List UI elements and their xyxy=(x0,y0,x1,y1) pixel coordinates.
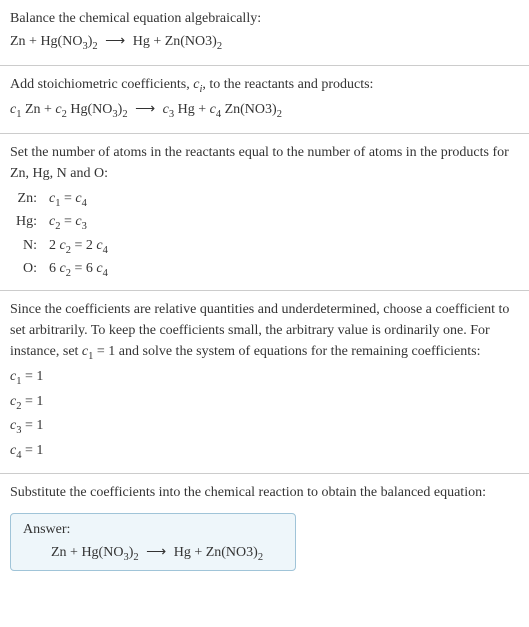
reaction-arrow: ⟶ xyxy=(105,31,125,52)
table-row: Zn: c1 = c4 xyxy=(10,188,114,212)
substitute-instruction: Substitute the coefficients into the che… xyxy=(10,482,519,503)
reaction-arrow: ⟶ xyxy=(135,99,155,120)
table-row: N: 2 c2 = 2 c4 xyxy=(10,235,114,259)
coeff-equation: c1 Zn + c2 Hg(NO3)2 ⟶ c3 Hg + c4 Zn(NO3)… xyxy=(10,99,519,123)
answer-box: Answer: Zn + Hg(NO3)2 ⟶ Hg + Zn(NO3)2 xyxy=(10,513,296,572)
reaction-arrow: ⟶ xyxy=(146,544,166,561)
balanced-equation: Zn + Hg(NO3)2 ⟶ Hg + Zn(NO3)2 xyxy=(23,544,283,563)
list-item: c1 = 1 xyxy=(10,366,519,390)
list-item: c3 = 1 xyxy=(10,415,519,439)
section-solve: Since the coefficients are relative quan… xyxy=(0,291,529,474)
answer-label: Answer: xyxy=(23,522,283,538)
atom-balance-instruction: Set the number of atoms in the reactants… xyxy=(10,142,519,184)
balance-instruction: Balance the chemical equation algebraica… xyxy=(10,8,519,29)
solve-instruction: Since the coefficients are relative quan… xyxy=(10,299,519,365)
list-item: c2 = 1 xyxy=(10,391,519,415)
coefficient-values: c1 = 1 c2 = 1 c3 = 1 c4 = 1 xyxy=(10,366,519,463)
atom-balance-table: Zn: c1 = c4 Hg: c2 = c3 N: 2 c2 = 2 c4 O… xyxy=(10,188,114,282)
table-row: O: 6 c2 = 6 c4 xyxy=(10,258,114,282)
section-atom-balance: Set the number of atoms in the reactants… xyxy=(0,134,529,291)
unbalanced-equation: Zn + Hg(NO3)2 ⟶ Hg + Zn(NO3)2 xyxy=(10,31,519,55)
stoich-instruction: Add stoichiometric coefficients, ci, to … xyxy=(10,74,519,98)
list-item: c4 = 1 xyxy=(10,440,519,464)
section-stoichiometric: Add stoichiometric coefficients, ci, to … xyxy=(0,66,529,134)
section-balance-heading: Balance the chemical equation algebraica… xyxy=(0,0,529,66)
section-substitute: Substitute the coefficients into the che… xyxy=(0,474,529,503)
table-row: Hg: c2 = c3 xyxy=(10,211,114,235)
